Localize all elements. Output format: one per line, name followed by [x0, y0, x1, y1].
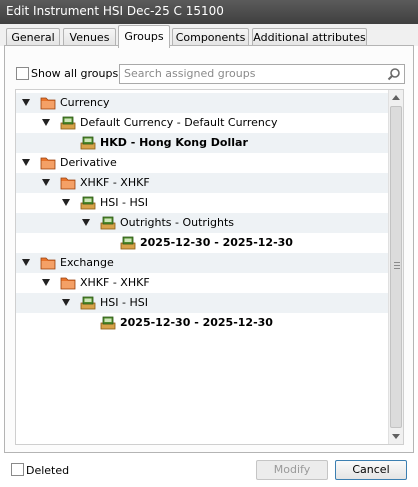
show-all-groups-checkbox[interactable] [16, 67, 29, 80]
tab-groups[interactable]: Groups [118, 25, 170, 48]
tree-node[interactable]: 2025-12-30 - 2025-12-30 [16, 233, 389, 253]
modify-button[interactable]: Modify [256, 460, 328, 480]
group-icon [80, 195, 96, 210]
dialog-footer: Deleted Modify Cancel [0, 456, 418, 487]
folder-icon [60, 275, 76, 290]
group-icon [100, 315, 116, 330]
groups-panel: Show all groups Search assigned groups 2… [4, 45, 414, 453]
tree-node[interactable]: HSI - HSI [16, 193, 389, 213]
tree-scrollbar[interactable] [388, 90, 403, 444]
tree-node-label: 2025-12-30 - 2025-12-30 [120, 316, 273, 329]
tree-node[interactable]: XHKF - XHKF [16, 173, 389, 193]
tree-node[interactable]: Currency [16, 93, 389, 113]
group-icon [60, 115, 76, 130]
expand-toggle-icon[interactable] [22, 99, 30, 106]
expand-toggle-icon[interactable] [42, 119, 50, 126]
tree-node[interactable]: HKD - Hong Kong Dollar [16, 133, 389, 153]
tree-node-label: Currency [60, 96, 110, 109]
deleted-label: Deleted [26, 464, 70, 477]
expand-toggle-icon[interactable] [22, 159, 30, 166]
expand-toggle-icon[interactable] [22, 259, 30, 266]
tree-node-label: Exchange [60, 256, 114, 269]
search-placeholder: Search assigned groups [124, 67, 256, 80]
expand-toggle-icon[interactable] [42, 179, 50, 186]
cancel-button[interactable]: Cancel [335, 460, 407, 480]
tree-node[interactable]: Default Currency - Default Currency [16, 113, 389, 133]
tree-node[interactable]: 2025-12-30 - 2025-12-30 [16, 313, 389, 333]
tree-node[interactable]: Derivative [16, 153, 389, 173]
tree-node-label: 2025-12-30 - 2025-12-30 [140, 236, 293, 249]
tree-node-label: HSI - HSI [100, 196, 148, 209]
deleted-checkbox[interactable] [11, 463, 24, 476]
tree-node[interactable]: Outrights - Outrights [16, 213, 389, 233]
window-title: Edit Instrument HSI Dec-25 C 15100 [6, 4, 224, 18]
tree-node-label: Default Currency - Default Currency [80, 116, 278, 129]
tree-node-label: HSI - HSI [100, 296, 148, 309]
search-input[interactable]: Search assigned groups [119, 64, 405, 84]
title-bar: Edit Instrument HSI Dec-25 C 15100 [0, 0, 418, 24]
tree-node-label: HKD - Hong Kong Dollar [100, 136, 248, 149]
expand-toggle-icon[interactable] [42, 279, 50, 286]
folder-icon [40, 155, 56, 170]
group-icon [80, 135, 96, 150]
folder-icon [40, 255, 56, 270]
show-all-groups-label: Show all groups [31, 67, 119, 80]
group-icon [80, 295, 96, 310]
scroll-thumb[interactable] [390, 106, 402, 428]
folder-icon [40, 95, 56, 110]
group-icon [120, 235, 136, 250]
tree-node[interactable]: XHKF - XHKF [16, 273, 389, 293]
search-icon[interactable] [387, 67, 401, 81]
tab-bar: General Venues Groups Components Additio… [0, 24, 418, 48]
expand-toggle-icon[interactable] [62, 299, 70, 306]
tree-node-label: Derivative [60, 156, 117, 169]
group-icon [100, 215, 116, 230]
tree-node-label: XHKF - XHKF [80, 276, 150, 289]
expand-toggle-icon[interactable] [62, 199, 70, 206]
folder-icon [60, 175, 76, 190]
expand-toggle-icon[interactable] [82, 219, 90, 226]
tree-node[interactable]: Exchange [16, 253, 389, 273]
tree-node-label: XHKF - XHKF [80, 176, 150, 189]
scroll-up-icon[interactable] [392, 95, 400, 100]
scroll-down-icon[interactable] [392, 434, 400, 439]
tree-node-label: Outrights - Outrights [120, 216, 235, 229]
groups-tree[interactable]: 2025-12-30 - 2025-12-30 HSI - HSI XHKF - X… [15, 89, 404, 445]
tree-node[interactable]: HSI - HSI [16, 293, 389, 313]
